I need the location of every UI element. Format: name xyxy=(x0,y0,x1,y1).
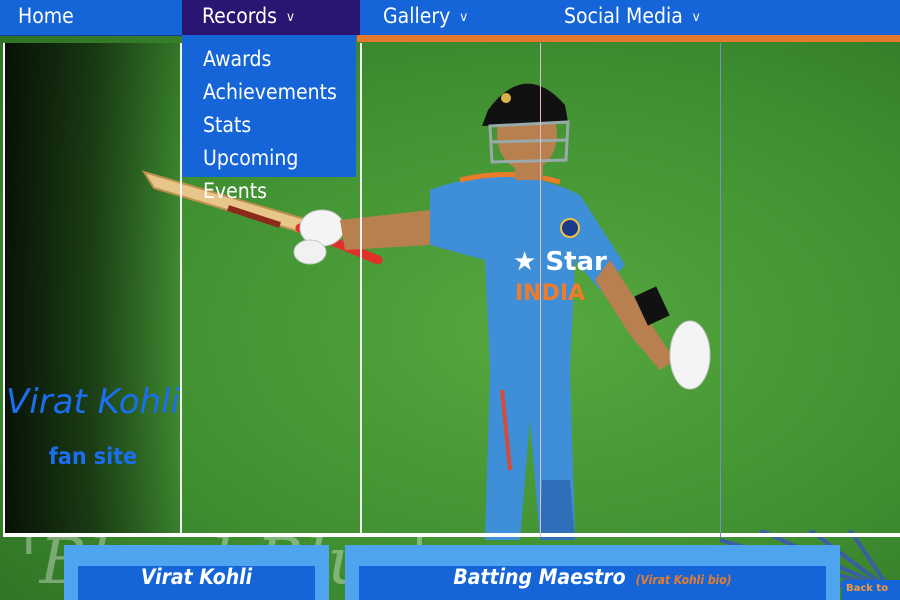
panel-divider xyxy=(720,43,721,537)
chevron-down-icon: v xyxy=(287,10,294,25)
top-navigation: Home Records v Gallery v Social Media v xyxy=(0,0,900,36)
nav-records-menu[interactable]: Records v xyxy=(182,0,360,35)
panel-divider xyxy=(360,43,362,537)
nav-social-media-menu[interactable]: Social Media v xyxy=(564,0,700,35)
card-title-text: Batting Maestro xyxy=(453,565,626,589)
virat-kohli-card[interactable]: Virat Kohli xyxy=(64,545,329,600)
nav-accent-bar xyxy=(357,35,900,42)
card-title: Batting Maestro (Virat Kohli bio) xyxy=(345,565,840,589)
menu-item-achievements[interactable]: Achievements xyxy=(182,76,356,109)
site-subtitle: fan site xyxy=(48,444,138,470)
batting-maestro-card[interactable]: Batting Maestro (Virat Kohli bio) xyxy=(345,545,840,600)
card-title: Virat Kohli xyxy=(140,565,253,589)
menu-item-awards[interactable]: Awards xyxy=(182,43,356,76)
site-title: Virat Kohli xyxy=(6,382,180,422)
nav-home-link[interactable]: Home xyxy=(18,0,74,35)
chevron-down-icon: v xyxy=(460,10,468,25)
nav-home-label: Home xyxy=(18,4,74,28)
back-to-link[interactable]: Back to xyxy=(842,580,900,600)
nav-social-media-label: Social Media xyxy=(564,4,683,28)
records-dropdown: Awards Achievements Stats Upcoming Event… xyxy=(182,35,356,203)
menu-item-upcoming-events[interactable]: Upcoming Events xyxy=(182,142,356,203)
panel-divider xyxy=(540,43,541,537)
bio-note: (Virat Kohli bio) xyxy=(635,573,732,587)
menu-item-stats[interactable]: Stats xyxy=(182,109,356,142)
nav-gallery-menu[interactable]: Gallery v xyxy=(383,0,467,35)
chevron-down-icon: v xyxy=(692,10,700,25)
nav-records-label: Records xyxy=(202,4,277,28)
nav-gallery-label: Gallery xyxy=(383,4,451,28)
